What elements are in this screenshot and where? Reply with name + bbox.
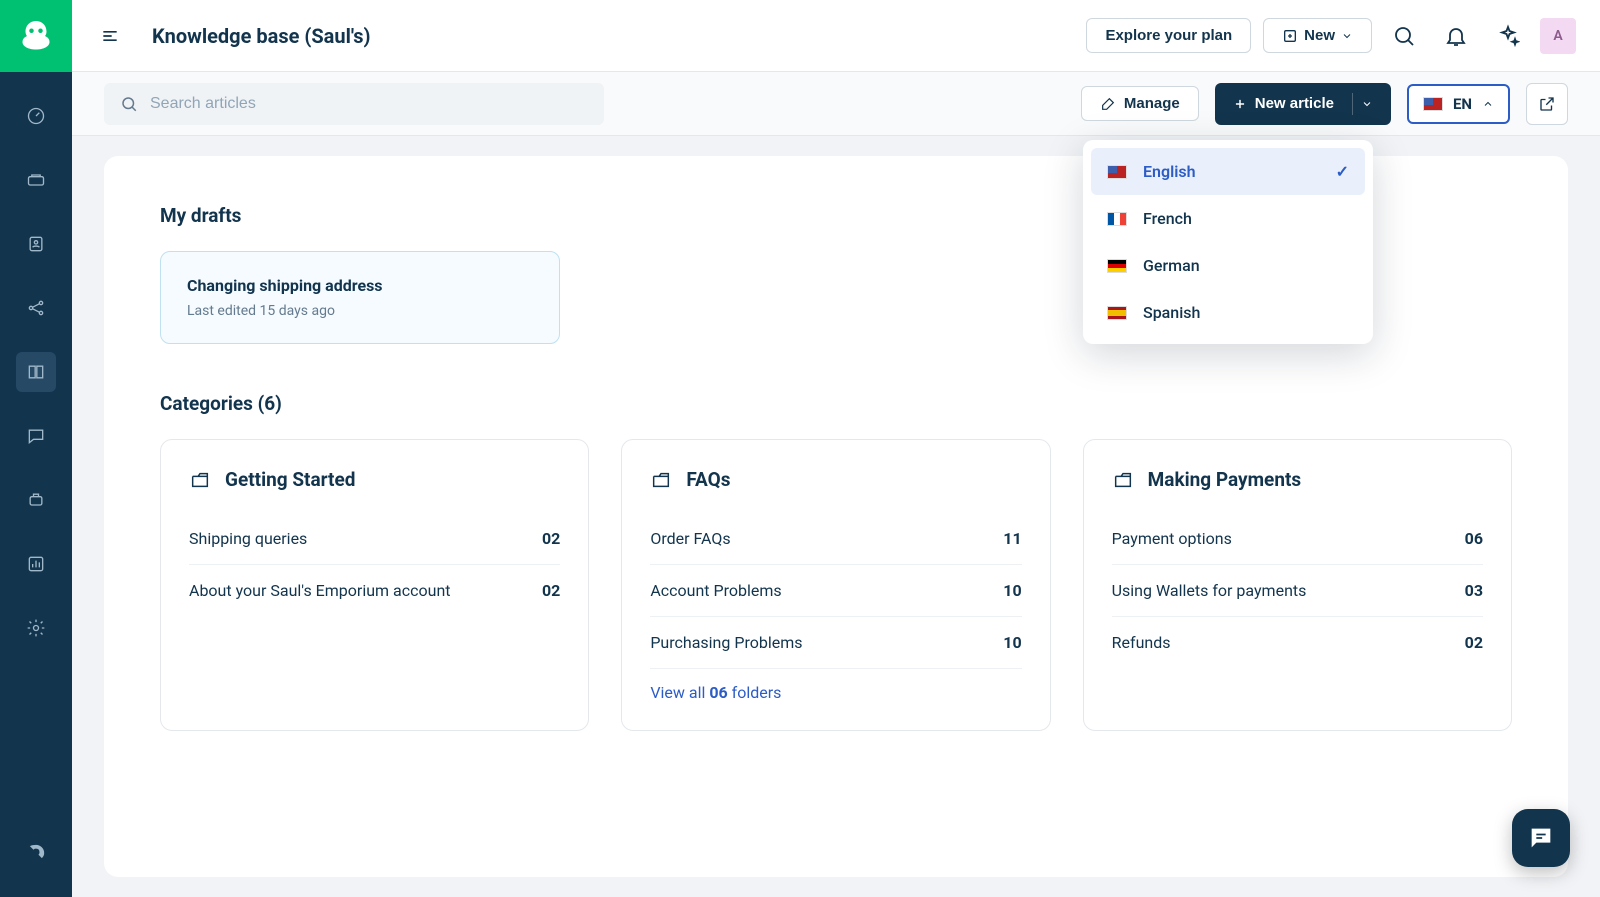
category-title: Getting Started — [225, 468, 355, 491]
open-external-button[interactable] — [1526, 83, 1568, 125]
new-article-label: New article — [1255, 95, 1334, 112]
language-code-label: EN — [1453, 95, 1472, 113]
new-button[interactable]: New — [1263, 18, 1372, 53]
language-option-label: English — [1143, 162, 1196, 181]
top-header: Knowledge base (Saul's) Explore your pla… — [72, 0, 1600, 72]
manage-button-label: Manage — [1124, 95, 1180, 112]
category-row[interactable]: Purchasing Problems 10 — [650, 617, 1021, 669]
search-input[interactable] — [150, 95, 588, 113]
plus-icon — [1233, 97, 1247, 111]
kb-toolbar: Manage New article EN — [72, 72, 1600, 136]
category-row-count: 02 — [542, 529, 560, 548]
new-button-label: New — [1304, 27, 1335, 44]
folder-icon — [189, 469, 211, 491]
category-row-count: 10 — [1003, 581, 1021, 600]
language-dropdown: English ✓ French German Spanish — [1083, 140, 1373, 344]
categories-heading: Categories (6) — [160, 392, 1512, 415]
nav-chat-icon[interactable] — [16, 416, 56, 456]
language-option-es[interactable]: Spanish — [1091, 289, 1365, 336]
category-row-label: Account Problems — [650, 581, 781, 600]
nav-freshworks-icon[interactable] — [16, 833, 56, 873]
category-card: FAQsOrder FAQs11Account Problems10Purcha… — [621, 439, 1050, 731]
language-option-fr[interactable]: French — [1091, 195, 1365, 242]
check-icon: ✓ — [1336, 162, 1349, 181]
language-selector[interactable]: EN — [1407, 84, 1510, 124]
category-row-label: Using Wallets for payments — [1112, 581, 1307, 600]
draft-title: Changing shipping address — [187, 276, 533, 295]
language-option-label: Spanish — [1143, 303, 1200, 322]
global-search-icon[interactable] — [1384, 16, 1424, 56]
avatar[interactable]: A — [1540, 18, 1576, 54]
category-row[interactable]: Payment options 06 — [1112, 513, 1483, 565]
language-option-us[interactable]: English ✓ — [1091, 148, 1365, 195]
category-title: FAQs — [686, 468, 730, 491]
folder-icon — [1112, 469, 1134, 491]
flag-icon — [1107, 212, 1127, 226]
chevron-up-icon — [1482, 98, 1494, 110]
nav-dashboard-icon[interactable] — [16, 96, 56, 136]
nav-social-icon[interactable] — [16, 288, 56, 328]
category-row-count: 06 — [1465, 529, 1483, 548]
category-row-label: About your Saul's Emporium account — [189, 581, 451, 600]
flag-icon — [1107, 306, 1127, 320]
folder-icon — [650, 469, 672, 491]
edit-icon — [1100, 96, 1116, 112]
category-row-label: Order FAQs — [650, 529, 730, 548]
search-box[interactable] — [104, 83, 604, 125]
category-row-count: 10 — [1003, 633, 1021, 652]
flag-icon — [1107, 165, 1127, 179]
language-option-de[interactable]: German — [1091, 242, 1365, 289]
sidebar-toggle-icon[interactable] — [96, 22, 124, 50]
sparkle-icon[interactable] — [1488, 16, 1528, 56]
nav-tickets-icon[interactable] — [16, 160, 56, 200]
flag-icon — [1423, 97, 1443, 111]
category-row-count: 02 — [1465, 633, 1483, 652]
chat-icon — [1527, 824, 1555, 852]
category-row[interactable]: Refunds 02 — [1112, 617, 1483, 668]
category-row[interactable]: About your Saul's Emporium account 02 — [189, 565, 560, 616]
category-row[interactable]: Shipping queries 02 — [189, 513, 560, 565]
nav-reports-icon[interactable] — [16, 544, 56, 584]
category-card: Getting StartedShipping queries02About y… — [160, 439, 589, 731]
app-logo[interactable] — [0, 0, 72, 72]
page-title: Knowledge base (Saul's) — [152, 24, 371, 48]
category-row[interactable]: Using Wallets for payments 03 — [1112, 565, 1483, 617]
draft-card[interactable]: Changing shipping address Last edited 15 … — [160, 251, 560, 344]
category-row[interactable]: Account Problems 10 — [650, 565, 1021, 617]
left-sidebar — [0, 0, 72, 897]
category-row-label: Payment options — [1112, 529, 1232, 548]
manage-button[interactable]: Manage — [1081, 86, 1199, 121]
category-row-label: Purchasing Problems — [650, 633, 802, 652]
nav-settings-icon[interactable] — [16, 608, 56, 648]
new-article-button[interactable]: New article — [1215, 83, 1391, 125]
category-card: Making Payments Payment options 06 Using Wa… — [1083, 439, 1512, 731]
caret-down-icon — [1361, 98, 1373, 110]
category-row-count: 02 — [542, 581, 560, 600]
external-link-icon — [1538, 95, 1556, 113]
category-row[interactable]: Order FAQs 11 — [650, 513, 1021, 565]
category-row-label: Refunds — [1112, 633, 1171, 652]
search-icon — [120, 95, 138, 113]
nav-knowledge-base-icon[interactable] — [16, 352, 56, 392]
category-row-count: 03 — [1465, 581, 1483, 600]
category-title: Making Payments — [1148, 468, 1302, 491]
nav-bot-icon[interactable] — [16, 480, 56, 520]
language-option-label: French — [1143, 209, 1192, 228]
notifications-icon[interactable] — [1436, 16, 1476, 56]
language-option-label: German — [1143, 256, 1200, 275]
explore-plan-button[interactable]: Explore your plan — [1086, 18, 1251, 53]
category-row-count: 11 — [1003, 529, 1021, 548]
category-row-label: Shipping queries — [189, 529, 307, 548]
draft-subtitle: Last edited 15 days ago — [187, 303, 533, 319]
view-all-link[interactable]: View all 06 folders — [650, 683, 1021, 702]
chat-fab[interactable] — [1512, 809, 1570, 867]
nav-contacts-icon[interactable] — [16, 224, 56, 264]
flag-icon — [1107, 259, 1127, 273]
